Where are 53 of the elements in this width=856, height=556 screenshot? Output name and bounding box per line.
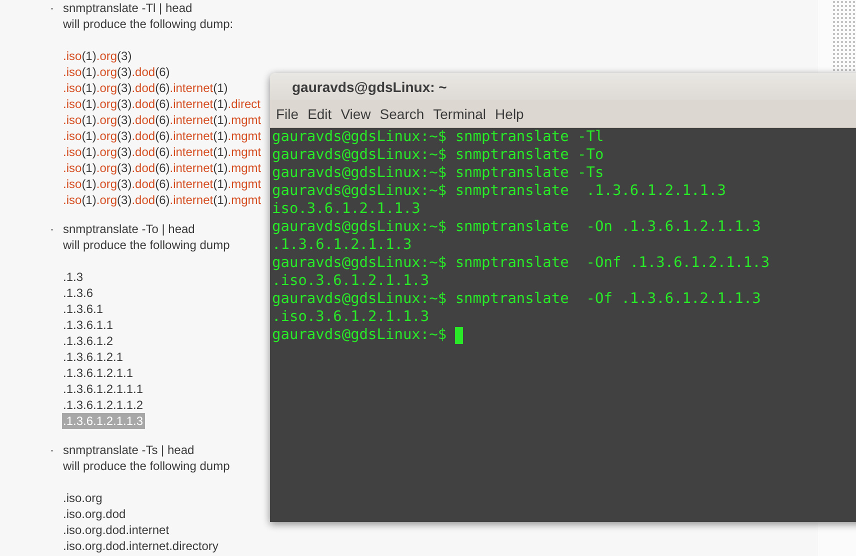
command-text: snmptranslate -Tl | head [63,0,192,16]
dump-line: .iso(1).org(3).dod(6).internet(1).mgmt [63,112,262,128]
dump-line: .iso(1).org(3).dod(6).internet(1).mgmt [63,144,262,160]
dump-line: .iso(1).org(3).dod(6).internet(1).mgmt [63,128,262,144]
dump-line: .iso(1).org(3).dod(6).internet(1).mgmt [63,176,262,192]
command-text: snmptranslate -Ts | head [63,442,194,458]
dump-line: .1.3.6.1.2.1 [63,349,124,365]
dump-line: .1.3.6.1.2.1.1.1 [63,381,144,397]
dump-line: .iso.org.dod [63,506,126,522]
bullet: · [50,221,55,238]
bullet: · [50,442,55,459]
cursor-icon [455,326,464,344]
terminal-line: gauravds@gdsLinux:~$ snmptranslate -On .1.3.6.1.2.1.1.3 [272,218,762,236]
terminal-line: .iso.3.6.1.2.1.1.3 [272,308,430,326]
dump-line: .iso(1).org(3).dod(6).internet(1) [63,80,228,96]
terminal-line: gauravds@gdsLinux:~$ snmptranslate -Tl [272,128,605,146]
menu-item[interactable]: Search [380,106,424,122]
terminal-line: .iso.3.6.1.2.1.1.3 [272,272,430,290]
dump-line: .1.3.6.1 [63,301,104,317]
dump-line: .iso(1).org(3) [63,48,132,64]
menu-item[interactable]: View [340,106,371,122]
menu-item[interactable]: Terminal [433,106,486,122]
terminal-line: iso.3.6.1.2.1.1.3 [272,200,422,218]
dump-line: .1.3.6 [63,285,94,301]
terminal-line: gauravds@gdsLinux:~$ snmptranslate -Onf .1.3.6.1.2.1.1.3 [272,254,771,272]
terminal-line: gauravds@gdsLinux:~$ snmptranslate -Ts [272,164,605,182]
dump-line: .1.3.6.1.1 [63,317,114,333]
bullet: · [50,0,55,17]
caption-text: will produce the following dump [63,458,230,474]
caption-text: will produce the following dump [63,237,230,253]
terminal-line: gauravds@gdsLinux:~$ snmptranslate -To [272,146,605,164]
menu-item[interactable]: Help [495,106,524,122]
dump-line: .1.3 [63,269,84,285]
dump-line: .iso.org [63,490,102,506]
caption-text: will produce the following dump: [63,16,234,32]
menu-item[interactable]: Edit [308,106,332,122]
window-title: gauravds@gdsLinux: ~ [292,78,447,94]
dump-line: .1.3.6.1.2 [63,333,114,349]
dump-line: .1.3.6.1.2.1.1.2 [63,397,144,413]
dot-pattern [832,0,856,72]
menu-item[interactable]: File [276,106,299,122]
dump-line: .iso.org.dod.internet.directory [63,538,218,554]
terminal-prompt: gauravds@gdsLinux:~$ [272,326,448,344]
dump-line: .iso(1).org(3).dod(6) [63,64,170,80]
command-text: snmptranslate -To | head [63,221,195,237]
dump-line: .iso(1).org(3).dod(6).internet(1).mgmt [63,160,262,176]
terminal-line: gauravds@gdsLinux:~$ snmptranslate .1.3.6.1.2.1.1.3 [272,182,727,200]
terminal-line: .1.3.6.1.2.1.1.3 [272,236,413,254]
dump-line: .iso.org.dod.internet [63,522,170,538]
dump-line: .1.3.6.1.2.1.1 [63,365,134,381]
dump-line: .iso(1).org(3).dod(6).internet(1).mgmt [63,192,262,208]
terminal-line: gauravds@gdsLinux:~$ snmptranslate -Of .1.3.6.1.2.1.1.3 [272,290,762,308]
dump-line: .iso(1).org(3).dod(6).internet(1).direct [63,96,260,112]
